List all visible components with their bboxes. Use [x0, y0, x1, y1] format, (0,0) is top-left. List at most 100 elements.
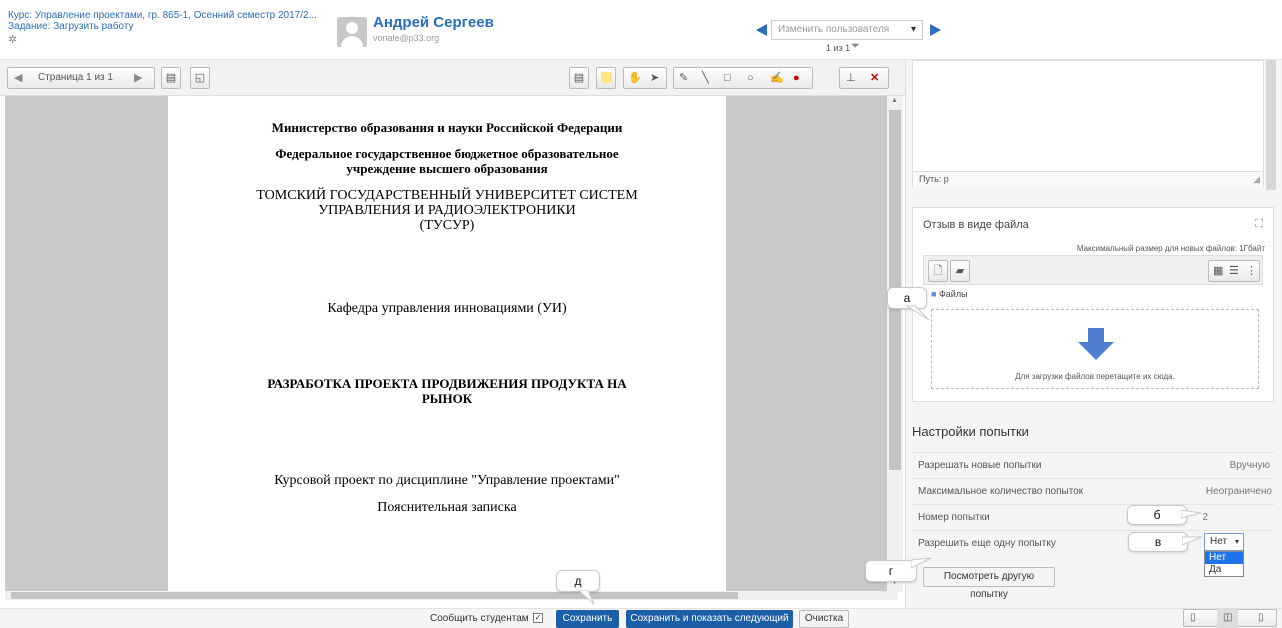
hand-icon[interactable]: ✋: [628, 68, 642, 88]
create-folder-icon[interactable]: ▰: [950, 260, 970, 282]
tree-view-icon[interactable]: ⋮: [1246, 261, 1257, 281]
callout-a-pointer: [905, 305, 930, 321]
chevron-down-icon: ▾: [910, 24, 916, 35]
bottom-action-bar: Сообщить студентам ✓ Сохранить Сохранить…: [0, 608, 1282, 628]
option-no[interactable]: Нет: [1205, 552, 1243, 564]
option-yes[interactable]: Да: [1205, 564, 1243, 576]
next-user-icon[interactable]: [930, 24, 941, 36]
doc-line: Кафедра управления инновациями (УИ): [327, 301, 567, 316]
rectangle-icon[interactable]: □: [724, 68, 731, 88]
line-icon[interactable]: ╲: [702, 68, 709, 88]
editor-status-bar: Путь: p ◢: [913, 171, 1263, 187]
pan-select-group: ✋ ➤: [623, 67, 667, 89]
callout-b-pointer: [1181, 509, 1202, 519]
change-user-select[interactable]: Изменить пользователя ▾: [771, 20, 923, 40]
callout-d: д: [556, 570, 600, 592]
panel-scrollbar[interactable]: [1266, 60, 1276, 190]
attempt-row: Номер попытки 2: [912, 504, 1274, 530]
row-label: Максимальное количество попыток: [918, 486, 1084, 497]
drop-arrow-icon: [1078, 328, 1114, 360]
save-button[interactable]: Сохранить: [556, 610, 619, 628]
gear-icon[interactable]: ✲: [8, 33, 17, 46]
page-navigation: ◀ Страница 1 из 1 ▶: [7, 67, 155, 89]
scroll-thumb[interactable]: [11, 592, 738, 599]
horizontal-scrollbar[interactable]: [5, 591, 898, 600]
user-name[interactable]: Андрей Сергеев: [373, 14, 494, 31]
notify-students-checkbox[interactable]: ✓: [533, 613, 543, 623]
notify-students-label: Сообщить студентам: [430, 613, 529, 624]
allow-attempt-options: Нет Да: [1204, 551, 1244, 577]
drawing-tools-group: ✎ ╲ □ ○ ✍ ●: [673, 67, 813, 89]
course-link[interactable]: Курс: Управление проектами, гр. 865-1, О…: [8, 10, 317, 21]
filemanager-toolbar: 🗋 ▰ ▦ ☰ ⋮: [923, 255, 1263, 285]
file-feedback-box: Отзыв в виде файла ⛶ Максимальный размер…: [912, 207, 1274, 402]
expand-comments-icon[interactable]: ◱: [190, 67, 210, 89]
stamp-delete-group: ⊥ ✕: [839, 67, 889, 89]
folder-path: ■ Файлы: [931, 289, 968, 299]
callout-v: в: [1128, 532, 1188, 552]
max-size-text: Максимальный размер для новых файлов: 1Г…: [1076, 244, 1265, 253]
layout-left-icon[interactable]: ▯: [1190, 608, 1196, 628]
attempt-row: Максимальное количество попыток Неограни…: [912, 478, 1274, 504]
pdf-viewer[interactable]: Министерство образования и науки Российс…: [5, 96, 903, 592]
doc-line: УПРАВЛЕНИЯ И РАДИОЭЛЕКТРОНИКИ: [318, 203, 576, 218]
prev-page-icon[interactable]: ◀: [14, 68, 22, 88]
row-value: 2: [1202, 512, 1208, 523]
feedback-editor[interactable]: Путь: p ◢: [912, 60, 1264, 187]
callout-v-pointer: [1182, 536, 1203, 546]
color-yellow-icon[interactable]: [596, 67, 616, 89]
pdf-page[interactable]: Министерство образования и науки Российс…: [168, 96, 726, 592]
filter-icon[interactable]: ⏷: [851, 40, 860, 53]
layout-switcher: ▯ ◫ ▯: [1183, 608, 1277, 628]
allow-attempt-select[interactable]: Нет ▾: [1204, 533, 1244, 551]
row-value: Неограничено: [1205, 486, 1272, 497]
resize-handle-icon[interactable]: ◢: [1253, 174, 1260, 185]
add-file-icon[interactable]: 🗋: [928, 260, 948, 282]
search-comments-icon[interactable]: ▤: [161, 67, 181, 89]
highlighter-icon[interactable]: ✍: [770, 68, 784, 88]
file-feedback-title: Отзыв в виде файла: [923, 219, 1029, 231]
layout-split-icon[interactable]: ◫: [1217, 608, 1239, 628]
row-value: Вручную: [1229, 460, 1270, 471]
callout-b: б: [1127, 505, 1187, 525]
view-other-attempt-button[interactable]: Посмотреть другую попытку: [923, 567, 1055, 600]
fullscreen-icon[interactable]: ⛶: [1255, 218, 1263, 231]
save-and-next-button[interactable]: Сохранить и показать следующий: [626, 610, 793, 628]
color-red-icon[interactable]: ●: [793, 68, 800, 88]
callout-g: г: [865, 560, 917, 582]
annotation-toolbar: ◀ Страница 1 из 1 ▶ ▤ ◱ ▤ ✋ ➤ ✎ ╲ □ ○ ✍ …: [0, 60, 905, 96]
page-select[interactable]: Страница 1 из 1: [38, 68, 113, 88]
layout-right-icon[interactable]: ▯: [1258, 608, 1264, 628]
folder-label[interactable]: Файлы: [939, 289, 968, 299]
folder-icon: ■: [931, 289, 937, 299]
reset-button[interactable]: Очистка: [799, 610, 849, 628]
callout-d-pointer: [577, 590, 595, 605]
select-arrow-icon[interactable]: ➤: [650, 68, 659, 88]
doc-line: ТОМСКИЙ ГОСУДАРСТВЕННЫЙ УНИВЕРСИТЕТ СИСТ…: [256, 188, 638, 203]
row-label: Разрешать новые попытки: [918, 460, 1042, 471]
pen-icon[interactable]: ✎: [679, 68, 688, 88]
prev-user-icon[interactable]: [756, 24, 767, 36]
next-page-icon[interactable]: ▶: [134, 68, 142, 88]
vertical-scrollbar[interactable]: ▲ ▼: [887, 96, 903, 592]
assignment-link[interactable]: Задание: Загрузить работу: [8, 21, 134, 32]
oval-icon[interactable]: ○: [747, 68, 754, 88]
comment-tool-icon[interactable]: ▤: [569, 67, 589, 89]
user-pager: 1 из 1: [826, 43, 851, 53]
list-view-icon[interactable]: ☰: [1229, 261, 1239, 281]
delete-icon[interactable]: ✕: [870, 68, 879, 88]
grid-view-icon[interactable]: ▦: [1213, 261, 1223, 281]
attempt-row: Разрешать новые попытки Вручную: [912, 452, 1274, 478]
row-label: Разрешить еще одну попытку: [918, 538, 1056, 549]
user-email: vonale@p33.org: [373, 33, 440, 43]
stamp-icon[interactable]: ⊥: [846, 68, 856, 88]
attempt-settings-title: Настройки попытки: [912, 424, 1029, 439]
file-drop-zone[interactable]: Для загрузки файлов перетащите их сюда.: [931, 309, 1259, 389]
view-mode-group: ▦ ☰ ⋮: [1208, 260, 1260, 282]
scroll-up-icon[interactable]: ▲: [891, 97, 898, 104]
callout-g-pointer: [911, 557, 932, 569]
doc-line: РЫНОК: [421, 391, 473, 406]
chevron-down-icon: ▾: [1234, 537, 1239, 546]
avatar: [337, 17, 367, 47]
doc-line: Министерство образования и науки Российс…: [271, 120, 623, 135]
